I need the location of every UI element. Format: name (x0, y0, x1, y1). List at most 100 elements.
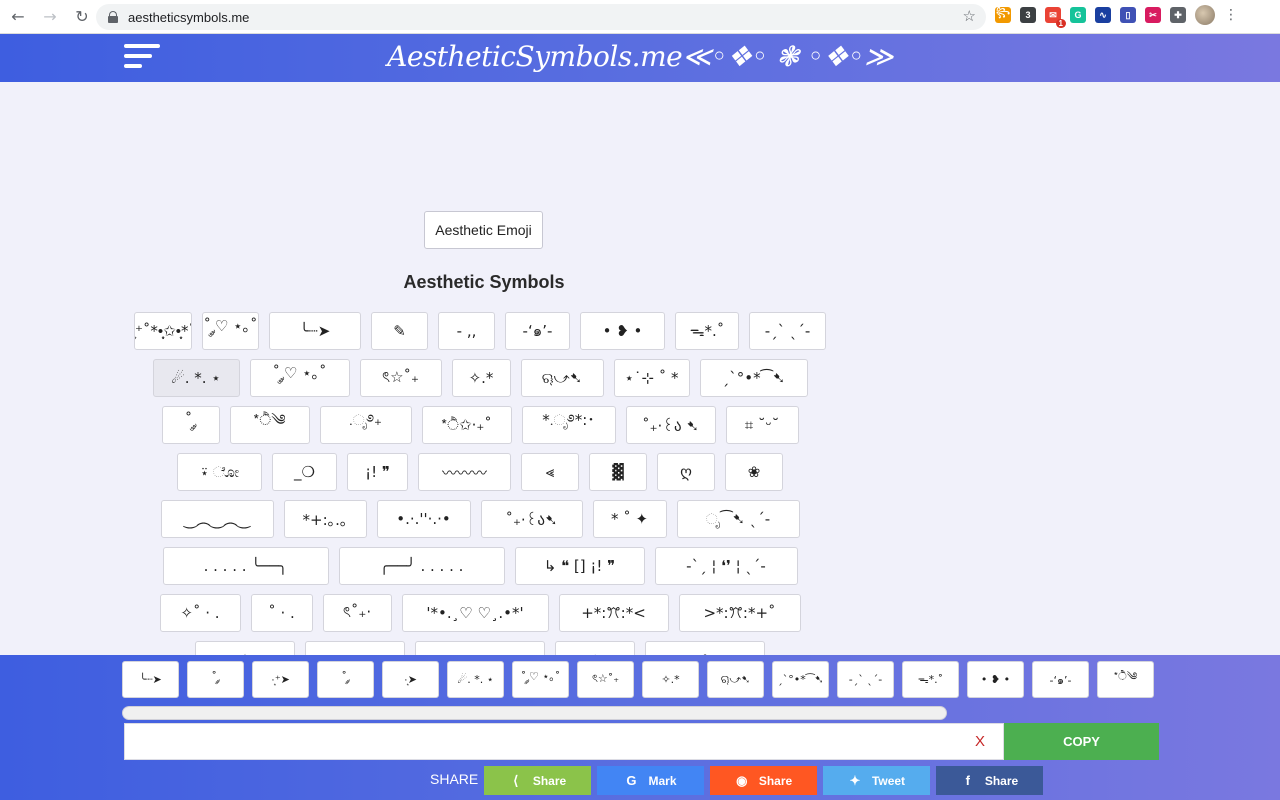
recent-symbol-button[interactable]: -ˏˋ ˎˊ- (837, 661, 894, 698)
chart-ext-icon[interactable]: ∿ (1095, 7, 1111, 23)
recent-symbol-button[interactable]: ☄. *. ⋆ (447, 661, 504, 698)
symbol-button[interactable]: ⪡ (521, 453, 579, 491)
recent-symbol-button[interactable]: ᯓ*.˚ (902, 661, 959, 698)
symbol-button[interactable]: ღ (657, 453, 715, 491)
symbol-button[interactable]: ¡! ❞ (347, 453, 408, 491)
address-bar[interactable]: aestheticsymbols.me ☆ (96, 4, 986, 30)
profile-avatar[interactable] (1195, 5, 1215, 25)
symbol-grid: ·͙⁺˚*•̩̩͙✩•̩̩͙*˚ ˚ ༘♡ ⋆｡˚ ╰┈➤ ✎ - ,, -‘๑’- • ❥… (120, 312, 840, 655)
symbol-button[interactable]: '*•.¸♡ ♡¸.•*' (401, 594, 549, 632)
symbol-button[interactable]: ˚ ༘♡ ⋆｡˚ (202, 312, 259, 350)
symbol-button[interactable]: ✩ (195, 641, 295, 655)
recent-symbol-button[interactable]: ·͙➤ (382, 661, 439, 698)
symbol-button[interactable]: ✧ (555, 641, 635, 655)
symbol-button[interactable]: *.ೃ࿔*:･ (521, 406, 616, 444)
recent-symbol-button[interactable]: ✧.* (642, 661, 699, 698)
symbol-button[interactable]: ↳ ❝ [] ¡! ❞ (514, 547, 645, 585)
symbol-button[interactable]: ▓ (589, 453, 647, 491)
recent-symbol-button[interactable]: -‘๑’- (1032, 661, 1089, 698)
output-field[interactable] (124, 723, 1004, 760)
counter-ext-icon-glyph: 3 (1025, 10, 1031, 20)
symbol-button[interactable]: •.·.''·.·• (376, 500, 471, 538)
grammarly-ext-icon[interactable]: G (1070, 7, 1086, 23)
recent-symbols: ╰┈➤ ˚ ༘ ·͙⁺➤ ˚ ༘ ·͙➤ ☄. *. ⋆ ˚ ༘♡ ⋆｡˚ ৎ☆˚₊ ✧.* ୠ⤻… (122, 661, 1154, 698)
symbol-button[interactable]: _❍ (272, 453, 337, 491)
symbol-button[interactable]: • ❥ • (580, 312, 665, 350)
extensions-icon[interactable]: ✚ (1170, 7, 1186, 23)
back-icon[interactable]: ← (4, 3, 32, 31)
symbol-button[interactable]: ⊹ (305, 641, 405, 655)
reload-icon[interactable]: ↻ (68, 3, 96, 31)
recent-symbol-button[interactable]: ˚ ༘ (187, 661, 244, 698)
symbol-button[interactable]: ೃ⁀➷ ˎˊ- (676, 500, 800, 538)
symbol-button[interactable]: ⋆˙⊹ ˚ * (613, 359, 690, 397)
symbol-button[interactable]: - ,, (438, 312, 495, 350)
symbol-button[interactable]: ৎ˚₊‧ (322, 594, 392, 632)
symbol-button[interactable]: ·͙⁺˚*•̩̩͙✩•̩̩͙*˚ (134, 312, 192, 350)
recent-scrollbar[interactable] (122, 706, 947, 720)
symbol-button[interactable]: ˚₊‧꒰ა ➷ (625, 406, 716, 444)
recent-symbol-button[interactable]: ৎ☆˚₊ (577, 661, 634, 698)
section-title: Aesthetic Symbols (403, 272, 565, 292)
symbol-button[interactable]: -ˋˏ ¦ ❛❜ ¦ ˎˊ- (654, 547, 798, 585)
symbol-button[interactable]: ˚ ༘♡ ⋆｡˚ (249, 359, 350, 397)
twitter-share-button[interactable]: ✦ Tweet (823, 766, 930, 795)
doc-ext-icon[interactable]: ▯ (1120, 7, 1136, 23)
symbol-button[interactable]: ☄. *. ⋆ (152, 359, 240, 397)
copy-button[interactable]: COPY (1004, 723, 1159, 760)
symbol-button[interactable]: ‿︵‿︵‿ (160, 500, 274, 538)
symbol-button[interactable]: >*:ꔫ:*+˚ (678, 594, 801, 632)
mail-ext-icon[interactable]: ✉ 1 (1045, 7, 1066, 28)
symbol-button[interactable]: ˏˋ°•*⁀➷ (699, 359, 808, 397)
google-share-button[interactable]: G Mark (597, 766, 704, 795)
symbol-button[interactable]: *+:｡.｡ (283, 500, 367, 538)
forward-icon[interactable]: → (36, 3, 64, 31)
symbol-button[interactable]: ❀ (725, 453, 783, 491)
symbol-button[interactable]: . . . . . ╰──╮ (162, 547, 329, 585)
recent-symbol-button[interactable]: • ❥ • (967, 661, 1024, 698)
recent-symbol-button[interactable]: *ੈ༄ (1097, 661, 1154, 698)
share-button-label: Mark (648, 773, 677, 788)
google-icon: G (626, 773, 637, 788)
symbol-button[interactable]: ⋆ (415, 641, 545, 655)
symbol-button[interactable]: ৎ☆˚₊ (359, 359, 442, 397)
symbol-button[interactable]: 〰〰〰 (418, 453, 511, 491)
recent-symbol-button[interactable]: ·͙⁺➤ (252, 661, 309, 698)
symbol-button[interactable]: *ੈ✩‧₊˚ (421, 406, 512, 444)
symbol-button[interactable]: ⍣ ೋ (177, 453, 262, 491)
symbol-button[interactable]: *ੈ༄ (229, 406, 310, 444)
symbol-button[interactable]: ⌗ ˘ᵕ˘ (725, 406, 799, 444)
symbol-button[interactable]: ╰┈➤ (269, 312, 361, 350)
recent-symbol-button[interactable]: ୠ⤻➷ (707, 661, 764, 698)
facebook-share-button[interactable]: f Share (936, 766, 1043, 795)
aesthetic-emoji-button[interactable]: Aesthetic Emoji (424, 211, 543, 249)
symbol-button[interactable]: .ೃ࿔₊ (319, 406, 412, 444)
symbol-button[interactable]: ✎ (371, 312, 428, 350)
symbol-button[interactable]: * ˚ ✦ (592, 500, 667, 538)
recent-symbol-button[interactable]: ˚ ༘♡ ⋆｡˚ (512, 661, 569, 698)
symbol-button[interactable]: ╭──╯ . . . . . (338, 547, 505, 585)
symbol-button[interactable]: ˚ ༘ (161, 406, 220, 444)
symbol-button[interactable]: +*:ꔫ:*< (558, 594, 669, 632)
symbol-button[interactable]: ˚ · . (250, 594, 313, 632)
bookmark-star-icon[interactable]: ☆ (963, 7, 976, 25)
symbol-button[interactable]: ✧.* (451, 359, 511, 397)
share-share-button[interactable]: ⟨ Share (484, 766, 591, 795)
symbol-button[interactable]: -‘๑’- (505, 312, 570, 350)
symbol-button[interactable]: -ˏˋ ˎˊ- (749, 312, 826, 350)
recent-symbol-button[interactable]: ╰┈➤ (122, 661, 179, 698)
clear-button[interactable]: X (970, 731, 990, 751)
recent-symbol-button[interactable]: ˏˋ°•*⁀➷ (772, 661, 829, 698)
symbol-button[interactable]: ୠ⤻➷ (520, 359, 604, 397)
reddit-share-button[interactable]: ◉ Share (710, 766, 817, 795)
clip-ext-icon[interactable]: ✂ (1145, 7, 1161, 23)
puzzle-ext-icon[interactable]: ꧂ (995, 7, 1011, 23)
symbol-button[interactable]: ❀ (645, 641, 765, 655)
symbol-button[interactable]: ✧˚ · . (159, 594, 241, 632)
site-title[interactable]: AestheticSymbols.me≪◦❖◦ ❃ ◦❖◦≫ (0, 40, 1280, 73)
recent-symbol-button[interactable]: ˚ ༘ (317, 661, 374, 698)
symbol-button[interactable]: ᯓ*.˚ (675, 312, 739, 350)
browser-menu-icon[interactable]: ⋮ (1224, 8, 1238, 22)
counter-ext-icon[interactable]: 3 (1020, 7, 1036, 23)
symbol-button[interactable]: ˚₊‧꒰ა➷ (480, 500, 583, 538)
